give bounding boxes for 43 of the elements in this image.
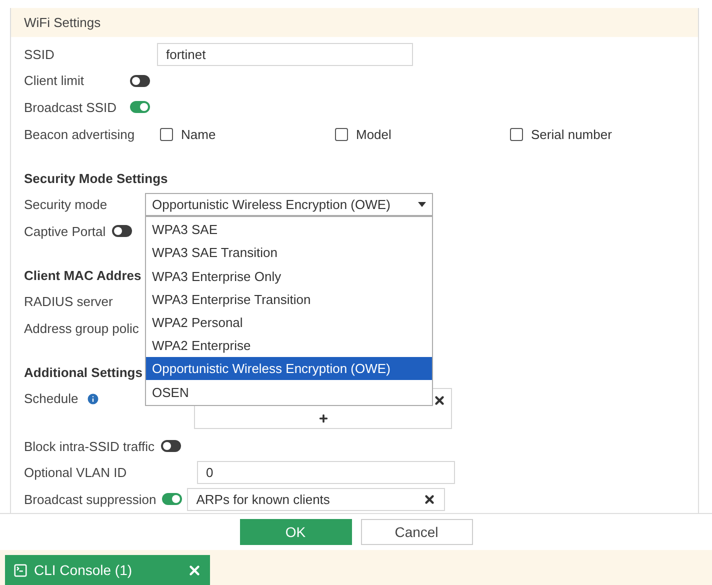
toggle-switch[interactable]	[112, 225, 132, 238]
tag-value: ARPs for known clients	[196, 492, 330, 507]
tab-label: CLI Console (1)	[34, 562, 134, 578]
field-label: Broadcast suppression	[24, 492, 156, 507]
checkbox[interactable]	[160, 128, 173, 141]
terminal-icon	[13, 562, 28, 578]
section-title: Client MAC Addres	[24, 268, 142, 284]
field-label: Client limit	[24, 73, 85, 88]
field-label: SSID	[24, 46, 56, 62]
close-icon[interactable]	[423, 492, 436, 506]
toggle-switch[interactable]	[130, 74, 150, 87]
checkbox-label: Name	[181, 126, 216, 142]
security-mode-select[interactable]: Opportunistic Wireless Encryption (OWE)	[145, 193, 433, 216]
field-label: Broadcast SSID	[24, 100, 118, 115]
section-header: WiFi Settings	[11, 8, 698, 37]
text-field[interactable]: 0	[197, 461, 455, 484]
caret-icon	[418, 202, 426, 208]
text-field[interactable]: fortinet	[157, 42, 413, 66]
close-icon[interactable]	[433, 394, 446, 407]
field-label: Beacon advertising	[24, 126, 136, 142]
section-title: Security Mode Settings	[24, 170, 168, 186]
field-label: Security mode	[24, 197, 108, 212]
tag-field[interactable]: ARPs for known clients	[187, 488, 446, 511]
cancel-button[interactable]: Cancel	[360, 519, 472, 545]
checkbox[interactable]	[335, 128, 348, 141]
checkbox-label: Serial number	[531, 126, 612, 142]
toggle-switch[interactable]	[162, 493, 182, 506]
field-label: RADIUS server	[24, 294, 113, 310]
section-title: Additional Settings	[24, 365, 142, 380]
toggle-switch[interactable]	[130, 101, 150, 114]
field-label: Captive Portal	[24, 224, 106, 239]
checkbox-label: Model	[356, 126, 392, 142]
info-icon	[86, 392, 100, 406]
schedule-field[interactable]	[194, 388, 452, 429]
toggle-switch[interactable]	[160, 440, 181, 452]
select-value: Opportunistic Wireless Encryption (OWE)	[152, 197, 390, 212]
checkbox[interactable]	[510, 128, 523, 141]
field-label: Address group polic	[24, 320, 139, 336]
field-label: Schedule	[24, 390, 78, 406]
add-icon[interactable]	[318, 412, 329, 424]
dropdown-option[interactable]: Opportunistic Wireless Encryption (OWE)	[146, 357, 432, 380]
field-label: Block intra-SSID traffic	[24, 438, 155, 454]
field-label: Optional VLAN ID	[24, 465, 128, 480]
